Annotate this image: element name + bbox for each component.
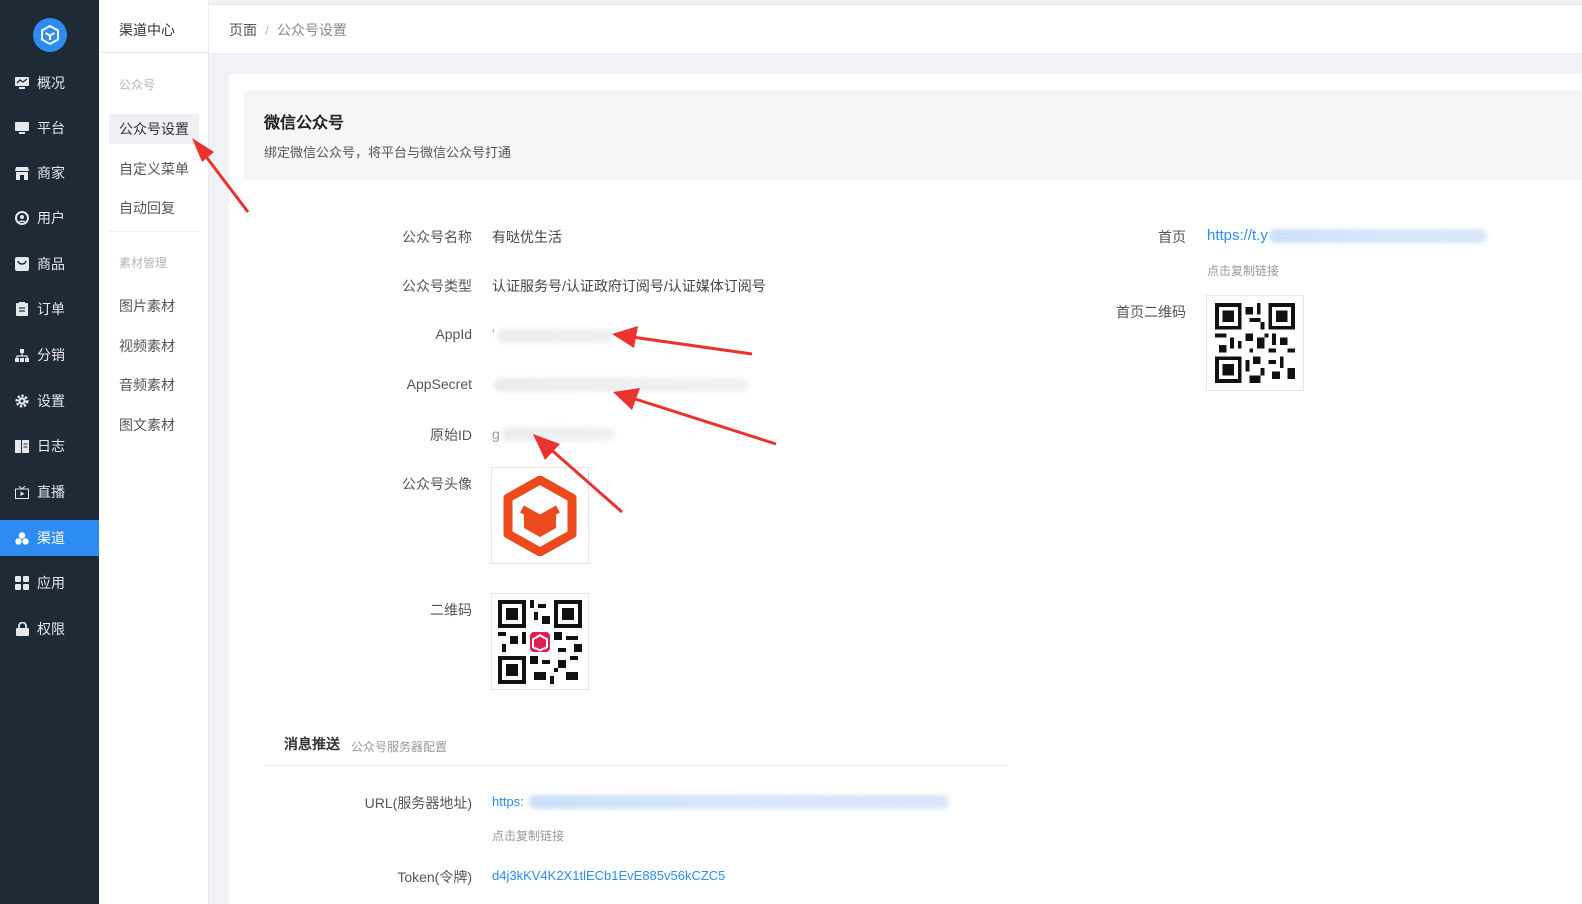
subnav-item-custom-menu[interactable]: 自定义菜单: [109, 154, 199, 184]
channel-subnav: 渠道中心 公众号 公众号设置 自定义菜单 自动回复 素材管理 图片素材 视频素材…: [99, 0, 209, 904]
subnav-item-account-settings[interactable]: 公众号设置: [109, 114, 199, 144]
sidebar-item-apps[interactable]: 应用: [0, 565, 99, 601]
breadcrumb-separator: /: [265, 22, 269, 38]
subnav-item-image-materials[interactable]: 图片素材: [109, 291, 199, 321]
sidebar-item-label: 应用: [37, 575, 65, 591]
sidebar-item-label: 商品: [37, 256, 65, 272]
account-type-label: 公众号类型: [402, 278, 472, 294]
homepage-qrcode: [1206, 295, 1304, 391]
subnav-divider: [99, 52, 209, 53]
sidebar-item-label: 平台: [37, 120, 65, 136]
sidebar-item-goods[interactable]: 商品: [0, 246, 99, 282]
original-id-label: 原始ID: [430, 427, 472, 443]
breadcrumb-item-pages[interactable]: 页面: [229, 22, 257, 38]
lock-icon: [14, 621, 30, 637]
homepage-link-redaction: [1269, 229, 1487, 243]
subnav-group-materials: 素材管理: [119, 256, 168, 270]
content-card: 微信公众号 绑定微信公众号，将平台与微信公众号打通 公众号名称 有哒优生活 公众…: [229, 74, 1582, 904]
homepage-label: 首页: [1158, 229, 1186, 245]
account-avatar: [491, 467, 589, 564]
push-section-subtitle: 公众号服务器配置: [351, 740, 448, 754]
sidebar-item-platform[interactable]: 平台: [0, 110, 99, 146]
brand-logo-icon: [503, 475, 577, 556]
gear-icon: [14, 393, 30, 409]
sidebar-item-channel[interactable]: 渠道: [0, 520, 99, 556]
breadcrumb: 页面 / 公众号设置: [229, 20, 347, 40]
server-url-label: URL(服务器地址): [364, 795, 472, 811]
account-type-value: 认证服务号/认证政府订阅号/认证媒体订阅号: [492, 278, 766, 294]
subnav-group-official-account: 公众号: [119, 78, 156, 92]
sidebar-item-label: 渠道: [37, 530, 65, 546]
subnav-group-divider: [109, 231, 199, 232]
account-qrcode: [491, 593, 589, 690]
distribution-icon: [14, 347, 30, 363]
avatar-label: 公众号头像: [402, 476, 472, 492]
goods-icon: [14, 256, 30, 272]
app-logo[interactable]: [33, 18, 67, 52]
banner-title: 微信公众号: [264, 115, 345, 132]
sidebar-item-live[interactable]: 直播: [0, 474, 99, 510]
subnav-item-auto-reply[interactable]: 自动回复: [109, 193, 199, 223]
sidebar-item-label: 权限: [37, 621, 65, 637]
subnav-item-audio-materials[interactable]: 音频素材: [109, 370, 199, 400]
appsecret-redaction: [494, 378, 749, 392]
live-icon: [14, 484, 30, 500]
logo-icon: [41, 24, 59, 46]
monitor-icon: [14, 120, 30, 136]
main-sidebar: 概况 平台 商家 用户 商品 订单 分销 设置 日志 直播 渠道 应用 权限: [0, 0, 99, 904]
qrcode-icon: [498, 599, 582, 684]
sidebar-item-label: 订单: [37, 301, 65, 317]
sidebar-item-merchant[interactable]: 商家: [0, 155, 99, 191]
push-section-divider: [264, 765, 1008, 766]
dashboard-icon: [14, 75, 30, 91]
sidebar-item-label: 设置: [37, 393, 65, 409]
sidebar-item-orders[interactable]: 订单: [0, 291, 99, 327]
original-id-redaction: [502, 427, 615, 441]
appid-redaction: [497, 329, 615, 343]
sidebar-item-label: 用户: [37, 210, 65, 226]
subnav-item-article-materials[interactable]: 图文素材: [109, 410, 199, 440]
order-icon: [14, 301, 30, 317]
homepage-link[interactable]: https://t.y: [1207, 227, 1268, 244]
token-value[interactable]: d4j3kKV4K2X1tlECb1EvE885v56kCZC5: [492, 868, 725, 883]
intro-banner: 微信公众号 绑定微信公众号，将平台与微信公众号打通: [244, 90, 1582, 180]
token-label: Token(令牌): [397, 869, 472, 885]
sidebar-item-label: 日志: [37, 438, 65, 454]
account-name-value: 有哒优生活: [492, 229, 562, 245]
subnav-title: 渠道中心: [119, 22, 175, 38]
sidebar-item-permissions[interactable]: 权限: [0, 611, 99, 647]
sidebar-item-logs[interactable]: 日志: [0, 428, 99, 464]
appid-label: AppId: [435, 326, 472, 342]
subnav-item-video-materials[interactable]: 视频素材: [109, 331, 199, 361]
channel-icon: [14, 530, 30, 546]
log-icon: [14, 438, 30, 454]
banner-description: 绑定微信公众号，将平台与微信公众号打通: [264, 145, 512, 160]
push-section-title: 消息推送: [284, 736, 340, 752]
sidebar-item-users[interactable]: 用户: [0, 200, 99, 236]
store-icon: [14, 165, 30, 181]
sidebar-item-label: 直播: [37, 484, 65, 500]
sidebar-item-distribution[interactable]: 分销: [0, 337, 99, 373]
server-url-copy-hint[interactable]: 点击复制链接: [492, 827, 564, 844]
appsecret-label: AppSecret: [406, 376, 472, 392]
account-name-label: 公众号名称: [402, 229, 472, 245]
apps-icon: [14, 575, 30, 591]
sidebar-item-settings[interactable]: 设置: [0, 383, 99, 419]
sidebar-item-label: 概况: [37, 75, 65, 91]
homepage-qrcode-label: 首页二维码: [1116, 304, 1186, 320]
sidebar-item-label: 商家: [37, 165, 65, 181]
breadcrumb-current: 公众号设置: [276, 22, 347, 38]
top-bar: 页面 / 公众号设置: [209, 4, 1582, 54]
server-url-link[interactable]: https:: [492, 794, 524, 809]
user-icon: [14, 210, 30, 226]
qrcode-label: 二维码: [430, 602, 472, 618]
sidebar-item-label: 分销: [37, 347, 65, 363]
server-url-redaction: [529, 795, 949, 809]
appid-value: ': [492, 326, 495, 342]
sidebar-item-overview[interactable]: 概况: [0, 65, 99, 101]
homepage-copy-hint[interactable]: 点击复制链接: [1207, 262, 1279, 279]
original-id-value: g: [492, 426, 500, 442]
qrcode-icon: [1215, 303, 1295, 383]
